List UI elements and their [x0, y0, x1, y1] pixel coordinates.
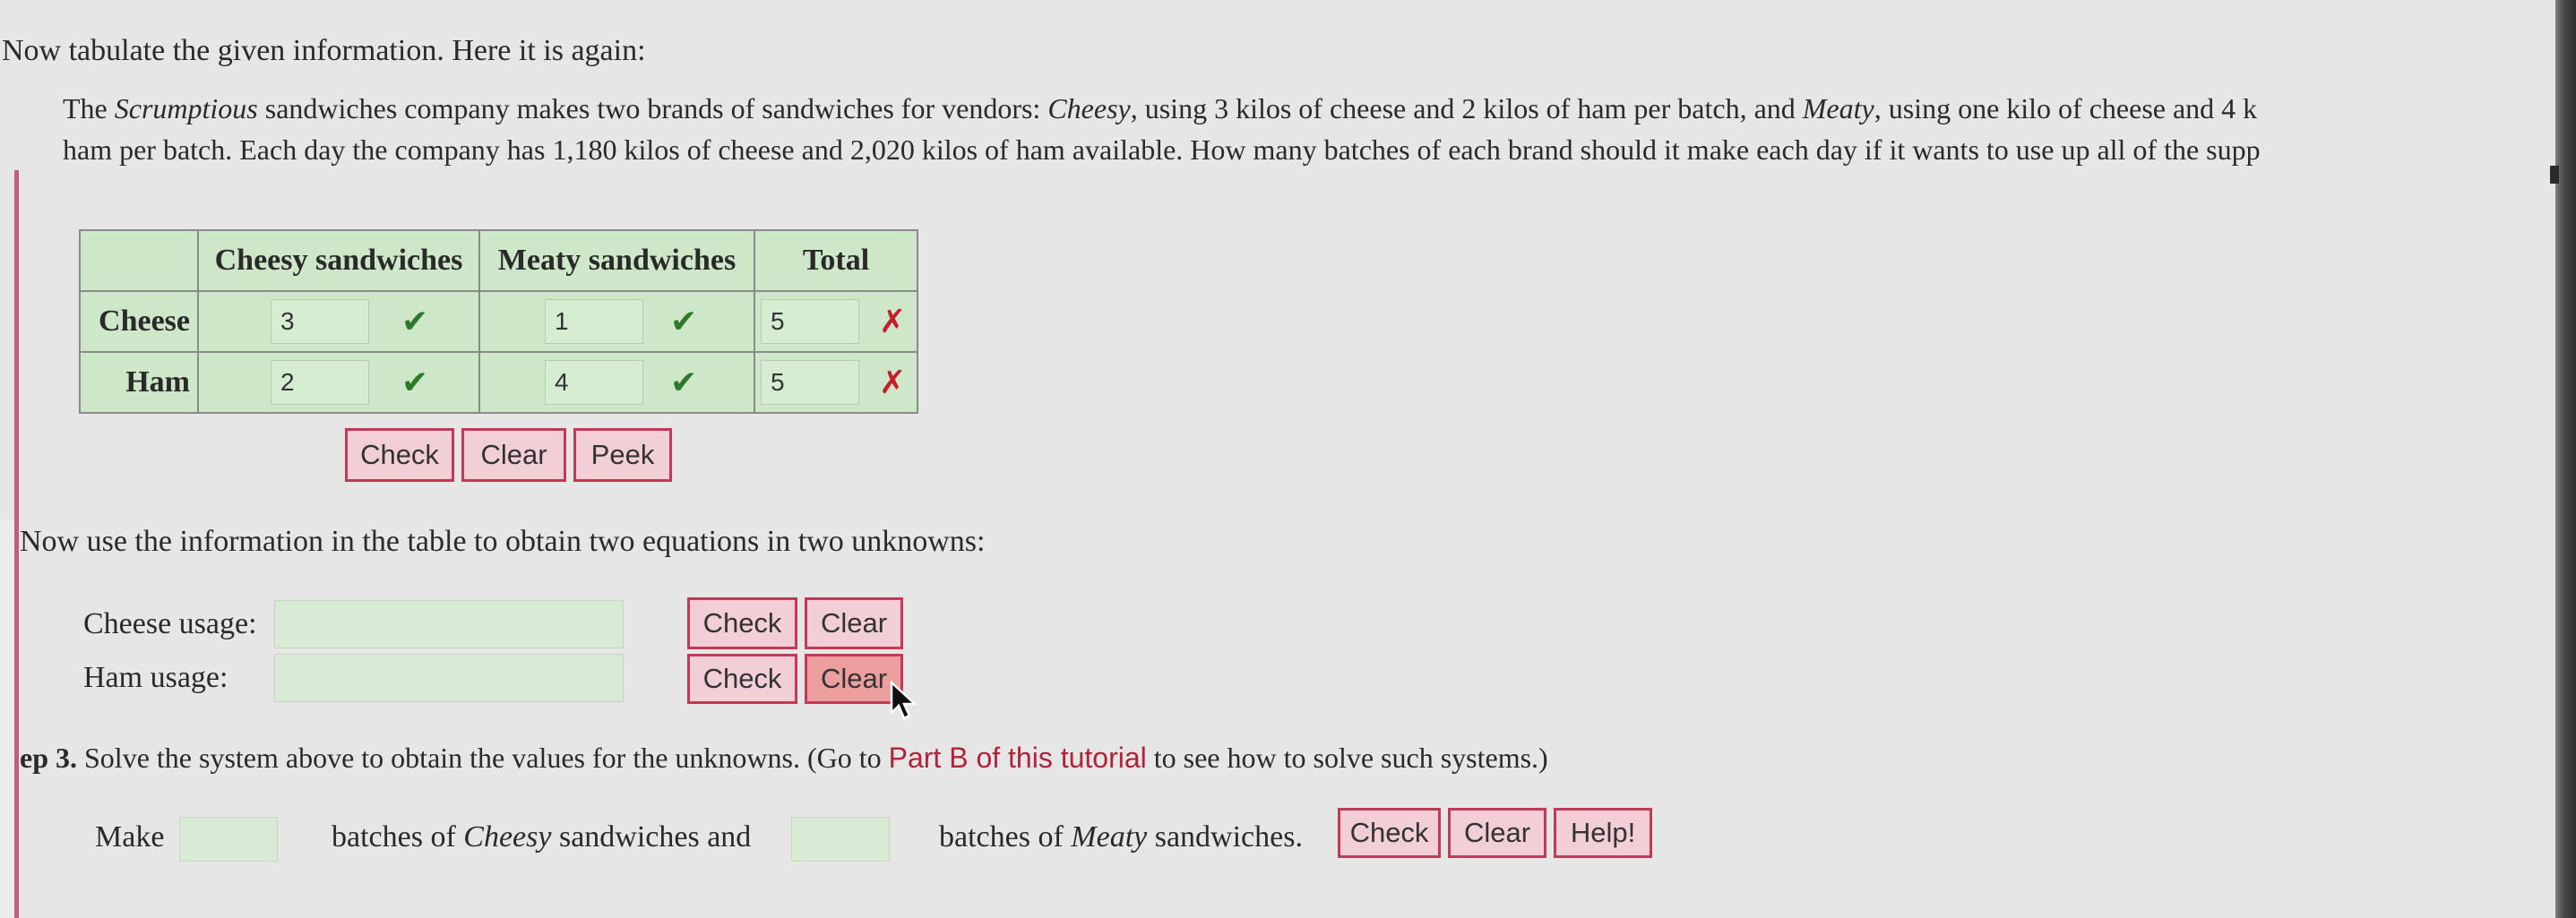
table-check-button[interactable]: Check [345, 428, 454, 482]
problem-text: The [63, 92, 115, 124]
ham-check-button[interactable]: Check [687, 654, 797, 704]
problem-text: , using 3 kilos of cheese and 2 kilos of… [1130, 92, 1803, 124]
data-table: Cheesy sandwiches Meaty sandwiches Total… [79, 229, 918, 414]
intro-text: Now tabulate the given information. Here… [2, 34, 646, 67]
meaty-batches-label: batches of Meaty sandwiches. [939, 820, 1303, 854]
table-cell: 4 ✔ [478, 351, 755, 414]
equations-prompt: Now use the information in the table to … [20, 525, 986, 558]
header-cheesy: Cheesy sandwiches [197, 229, 480, 292]
header-meaty: Meaty sandwiches [478, 229, 755, 292]
problem-text-line2: ham per batch. Each day the company has … [63, 133, 2261, 166]
table-clear-button[interactable]: Clear [461, 428, 566, 482]
step3-check-button[interactable]: Check [1338, 808, 1441, 858]
screen-bezel [2555, 0, 2576, 918]
brand-cheesy: Cheesy [463, 820, 552, 854]
label-text: sandwiches. [1147, 820, 1303, 854]
step3-text: to see how to solve such systems.) [1146, 742, 1548, 774]
left-margin [0, 519, 14, 918]
step3-clear-button[interactable]: Clear [1448, 808, 1546, 858]
check-icon: ✔ [670, 303, 698, 340]
cheese-usage-input[interactable] [274, 600, 624, 648]
check-icon: ✔ [401, 364, 429, 401]
step3-text: Solve the system above to obtain the val… [77, 742, 889, 774]
cheesy-batches-input[interactable] [179, 817, 278, 862]
ham-clear-button[interactable]: Clear [805, 654, 903, 704]
cheese-meaty-input[interactable]: 1 [545, 299, 643, 344]
step3-instructions: ep 3. Solve the system above to obtain t… [20, 742, 1548, 775]
row-label-ham: Ham [79, 351, 199, 414]
table-cell: 2 ✔ [197, 351, 480, 414]
x-icon: ✗ [879, 303, 907, 340]
brand-cheesy: Cheesy [1047, 92, 1131, 124]
header-total: Total [754, 229, 918, 292]
meaty-batches-input[interactable] [791, 817, 890, 862]
problem-text: sandwiches company makes two brands of s… [257, 92, 1048, 124]
mouse-cursor-icon [890, 680, 920, 728]
cheese-usage-label: Cheese usage: [83, 607, 257, 640]
check-icon: ✔ [670, 364, 698, 401]
cheese-total-input[interactable]: 5 [761, 299, 859, 344]
company-name: Scrumptious [114, 92, 258, 124]
table-peek-button[interactable]: Peek [573, 428, 672, 482]
brand-meaty: Meaty [1071, 820, 1148, 854]
part-b-link[interactable]: Part B of this tutorial [889, 742, 1147, 774]
table-row: Ham 2 ✔ 4 ✔ 5 ✗ [79, 351, 918, 414]
label-text: batches of [939, 820, 1072, 854]
ham-total-input[interactable]: 5 [761, 360, 859, 405]
check-icon: ✔ [401, 303, 429, 340]
table-cell: 5 ✗ [754, 290, 918, 353]
brand-meaty: Meaty [1802, 92, 1874, 124]
table-row: Cheese 3 ✔ 1 ✔ 5 ✗ [79, 290, 918, 353]
cheese-cheesy-input[interactable]: 3 [271, 299, 369, 344]
corner-cell [79, 229, 199, 292]
ham-meaty-input[interactable]: 4 [545, 360, 643, 405]
cheese-clear-button[interactable]: Clear [805, 597, 903, 649]
make-label: Make [95, 820, 165, 854]
problem-text: , using one kilo of cheese and 4 k [1874, 92, 2258, 124]
ham-usage-input[interactable] [274, 654, 624, 702]
table-cell: 3 ✔ [197, 290, 480, 353]
cheese-check-button[interactable]: Check [687, 597, 797, 649]
ham-usage-label: Ham usage: [83, 661, 228, 694]
cheesy-batches-label: batches of Cheesy sandwiches and [332, 820, 751, 854]
table-cell: 1 ✔ [478, 290, 755, 353]
table-header-row: Cheesy sandwiches Meaty sandwiches Total [79, 229, 918, 292]
label-text: batches of [332, 820, 464, 854]
scrollbar-thumb[interactable] [2550, 166, 2559, 184]
ham-cheesy-input[interactable]: 2 [271, 360, 369, 405]
help-button[interactable]: Help! [1554, 808, 1652, 858]
step3-heading: ep 3. [20, 742, 77, 774]
label-text: sandwiches and [551, 820, 752, 854]
row-label-cheese: Cheese [79, 290, 199, 353]
left-accent-bar [14, 170, 19, 918]
problem-statement: The Scrumptious sandwiches company makes… [63, 88, 2261, 170]
x-icon: ✗ [879, 364, 907, 401]
table-cell: 5 ✗ [754, 351, 918, 414]
